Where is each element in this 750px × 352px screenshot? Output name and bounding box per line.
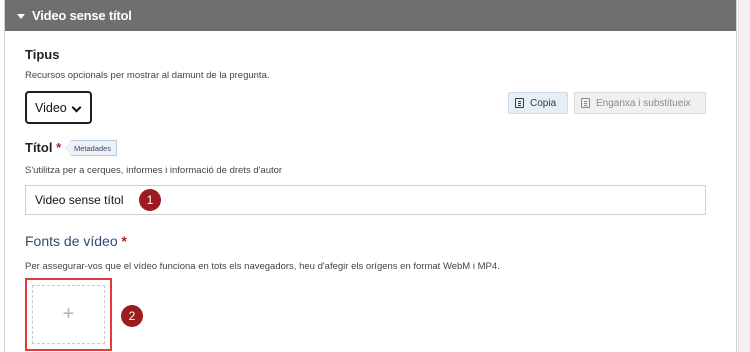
- tipus-description: Recursos opcionals per mostrar al damunt…: [25, 70, 270, 81]
- video-panel: Video sense títol Tipus Recursos opciona…: [4, 0, 737, 352]
- metadata-tag[interactable]: Metadades: [65, 140, 118, 156]
- copy-icon: [515, 98, 524, 108]
- title-input[interactable]: Video sense títol: [25, 185, 706, 215]
- paste-button-label: Enganxa i substitueix: [596, 97, 691, 109]
- paste-icon: [581, 98, 590, 108]
- collapse-triangle-icon[interactable]: [17, 13, 25, 19]
- step-marker-1: 1: [139, 189, 161, 211]
- tipus-select[interactable]: Video: [25, 91, 92, 124]
- copy-button-label: Copia: [530, 97, 557, 109]
- video-sources-label: Fonts de vídeo *: [25, 233, 127, 249]
- copy-button[interactable]: Copia: [508, 92, 568, 114]
- video-sources-label-text: Fonts de vídeo: [25, 233, 118, 249]
- titol-label-text: Títol: [25, 140, 53, 155]
- tipus-selected-value: Video: [35, 100, 67, 115]
- titol-label: Títol *: [25, 140, 61, 155]
- panel-title: Video sense títol: [32, 8, 132, 23]
- add-video-source-button[interactable]: +: [25, 278, 112, 351]
- title-input-value: Video sense títol: [35, 193, 124, 207]
- plus-icon: +: [32, 285, 105, 344]
- tipus-label: Tipus: [25, 47, 60, 62]
- video-sources-description: Per assegurar-vos que el vídeo funciona …: [25, 261, 500, 272]
- vertical-scrollbar[interactable]: [738, 0, 750, 352]
- titol-description: S'utilitza per a cerques, informes i inf…: [25, 165, 283, 176]
- paste-replace-button[interactable]: Enganxa i substitueix: [574, 92, 706, 114]
- required-mark: *: [56, 140, 62, 155]
- step-marker-2: 2: [121, 305, 143, 327]
- panel-header[interactable]: Video sense títol: [5, 0, 736, 31]
- required-mark: *: [121, 233, 127, 249]
- chevron-down-icon: [71, 102, 82, 113]
